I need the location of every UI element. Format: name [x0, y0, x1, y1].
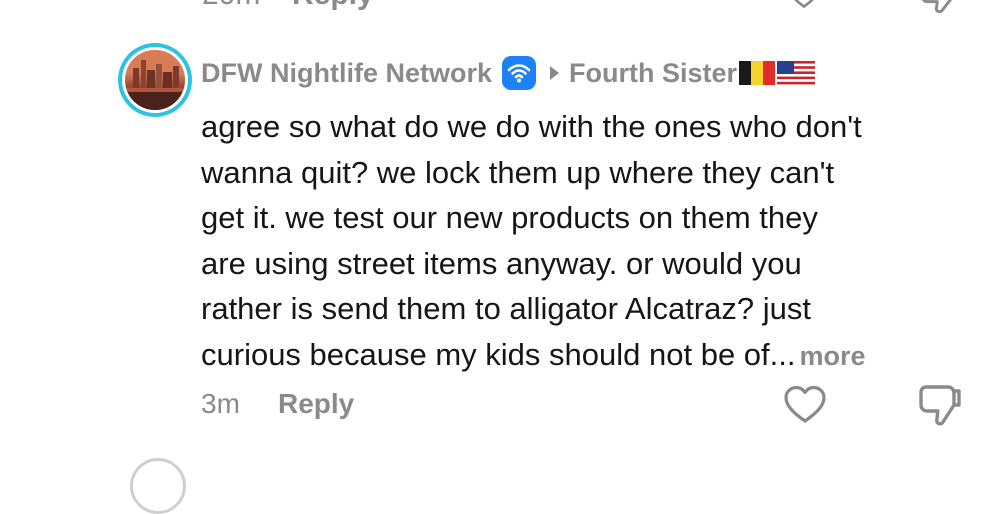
thumbs-down-icon[interactable] — [918, 383, 962, 429]
avatar[interactable] — [118, 43, 192, 117]
comment-text-line: are using street items anyway. or would … — [201, 245, 802, 281]
heart-icon[interactable] — [783, 385, 827, 425]
comment-text-line: agree so what do we do with the ones who… — [201, 109, 862, 144]
thumbs-down-icon[interactable] — [920, 0, 960, 18]
author-name[interactable]: DFW Nightlife Network — [201, 58, 492, 89]
comment-header: DFW Nightlife Network Fourth Sister — [201, 53, 816, 93]
heart-icon[interactable] — [786, 0, 822, 12]
wifi-icon — [502, 56, 536, 90]
comment-text-line: get it. we test our new products on them… — [201, 200, 818, 235]
comment-text-last-line: curious because my kids should not be of… — [201, 332, 981, 380]
reply-button[interactable]: Reply — [278, 388, 354, 420]
comment-time: 3m — [201, 388, 240, 419]
previous-comment-footer: 20m Reply 1 — [0, 0, 1000, 18]
comment-text-line: wanna quit? we lock them up where they c… — [201, 154, 835, 190]
comment-text-line: rather is send them to alligator Alcatra… — [201, 291, 811, 326]
reply-to-name[interactable]: Fourth Sister — [569, 58, 737, 89]
flag-usa-icon — [777, 61, 816, 85]
more-link[interactable]: more — [800, 341, 866, 371]
flag-belgium-icon — [739, 61, 776, 85]
next-comment-avatar[interactable] — [130, 458, 186, 514]
avatar-image — [125, 50, 185, 110]
previous-comment-time: 20m — [202, 0, 260, 12]
city-skyline-icon — [125, 50, 185, 110]
reply-caret-icon — [550, 66, 559, 80]
previous-like-count: 1 — [838, 0, 851, 6]
previous-reply-button[interactable]: Reply — [292, 0, 374, 12]
comment-text: agree so what do we do with the ones who… — [201, 104, 981, 379]
avatar-border — [122, 47, 188, 113]
comment-text-line: curious because my kids should not be of… — [201, 336, 796, 372]
